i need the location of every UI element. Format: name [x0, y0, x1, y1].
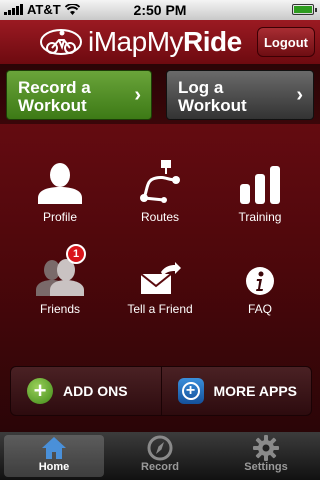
plus-icon: +	[27, 378, 53, 404]
battery-icon	[292, 4, 317, 15]
menu-item-training[interactable]: Training	[210, 156, 310, 224]
info-icon	[210, 248, 310, 296]
bar-chart-icon	[210, 156, 310, 204]
tab-bar: Home Record Settings	[0, 432, 320, 480]
menu-item-profile[interactable]: Profile	[10, 156, 110, 224]
home-icon	[4, 435, 104, 461]
menu-label-friends: Friends	[39, 302, 80, 316]
menu-item-faq[interactable]: FAQ	[210, 248, 310, 316]
route-icon	[110, 156, 210, 204]
app-header: iMapMyRide Logout	[0, 20, 320, 65]
tab-settings[interactable]: Settings	[216, 435, 316, 477]
notification-badge: 1	[66, 244, 86, 264]
tab-record[interactable]: Record	[110, 435, 210, 477]
action-bar: Record a Workout › Log a Workout ›	[0, 64, 320, 124]
menu-label-tell-a-friend: Tell a Friend	[127, 302, 193, 316]
chevron-right-icon: ›	[134, 84, 141, 106]
app-title-part2: Ride	[183, 26, 242, 57]
app-title-part1: iMapMy	[88, 26, 184, 57]
log-workout-button[interactable]: Log a Workout ›	[166, 70, 314, 120]
record-workout-button[interactable]: Record a Workout ›	[6, 70, 152, 120]
log-workout-line1: Log a	[178, 78, 224, 97]
envelope-share-icon	[110, 248, 210, 296]
cyclist-logo-icon	[40, 29, 82, 55]
gear-icon	[216, 435, 316, 461]
person-icon	[10, 156, 110, 204]
log-workout-line2: Workout	[178, 96, 247, 115]
status-time: 2:50 PM	[133, 2, 187, 18]
chevron-right-icon: ›	[296, 84, 303, 106]
menu-label-faq: FAQ	[247, 302, 272, 316]
tab-home[interactable]: Home	[4, 435, 104, 477]
record-workout-line2: Workout	[18, 96, 87, 115]
add-ons-label: ADD ONS	[63, 383, 128, 399]
more-apps-button[interactable]: + MORE APPS	[160, 367, 312, 415]
bottom-buttons: + ADD ONS + MORE APPS	[10, 366, 312, 416]
main-content: Record a Workout › Log a Workout › Profi…	[0, 64, 320, 432]
menu-item-tell-a-friend[interactable]: Tell a Friend	[110, 248, 210, 316]
more-apps-label: MORE APPS	[213, 383, 298, 399]
friends-icon	[10, 248, 110, 296]
menu-item-friends[interactable]: 1 Friends	[10, 244, 110, 316]
tab-label-record: Record	[141, 461, 179, 473]
tab-label-settings: Settings	[244, 461, 288, 473]
app-store-plus-icon: +	[177, 378, 204, 404]
menu-label-training: Training	[238, 210, 282, 224]
status-bar: AT&T 2:50 PM	[0, 0, 320, 20]
menu-label-routes: Routes	[140, 210, 180, 224]
app-title: iMapMyRide	[88, 26, 242, 58]
menu-label-profile: Profile	[42, 210, 77, 224]
record-workout-line1: Record a	[18, 78, 91, 97]
menu-item-routes[interactable]: Routes	[110, 156, 210, 224]
logout-button[interactable]: Logout	[257, 27, 315, 57]
add-ons-button[interactable]: + ADD ONS	[11, 367, 161, 415]
compass-icon	[110, 435, 210, 461]
tab-label-home: Home	[38, 461, 70, 473]
app-logo: iMapMyRide	[40, 26, 242, 58]
